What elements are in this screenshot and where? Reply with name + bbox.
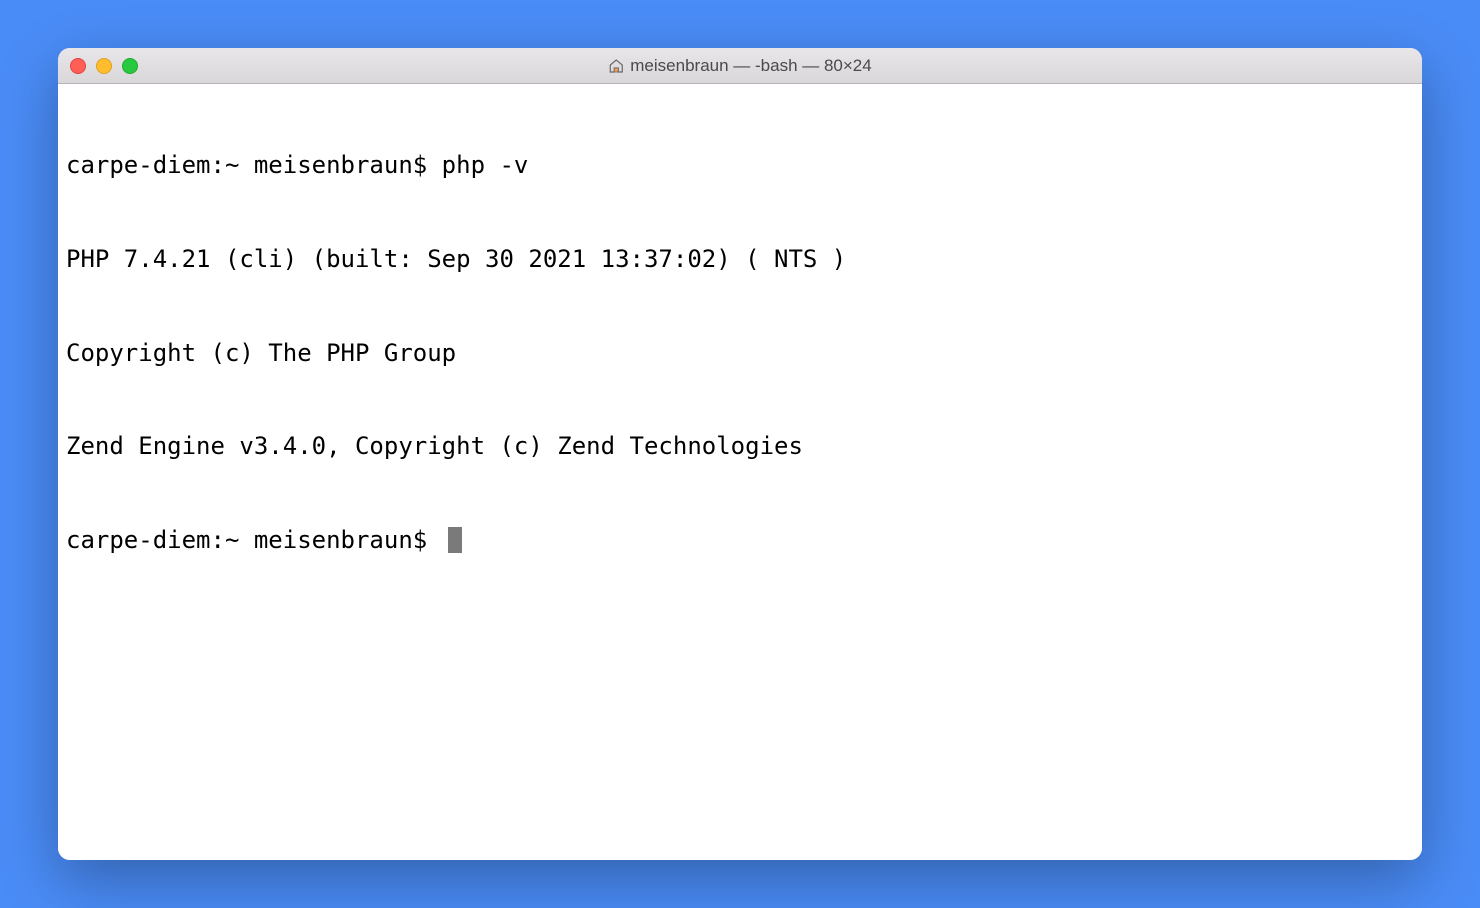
window-title-section: meisenbraun — -bash — 80×24 xyxy=(608,56,871,76)
terminal-cursor xyxy=(448,527,462,553)
window-title: meisenbraun — -bash — 80×24 xyxy=(630,56,871,76)
traffic-lights xyxy=(70,58,138,74)
terminal-line: PHP 7.4.21 (cli) (built: Sep 30 2021 13:… xyxy=(66,244,1414,275)
minimize-button[interactable] xyxy=(96,58,112,74)
terminal-line: carpe-diem:~ meisenbraun$ php -v xyxy=(66,150,1414,181)
terminal-window: meisenbraun — -bash — 80×24 carpe-diem:~… xyxy=(58,48,1422,860)
home-icon xyxy=(608,58,624,74)
maximize-button[interactable] xyxy=(122,58,138,74)
terminal-prompt: carpe-diem:~ meisenbraun$ xyxy=(66,525,442,556)
terminal-line: Copyright (c) The PHP Group xyxy=(66,338,1414,369)
window-titlebar[interactable]: meisenbraun — -bash — 80×24 xyxy=(58,48,1422,84)
terminal-prompt-line: carpe-diem:~ meisenbraun$ xyxy=(66,525,1414,556)
terminal-content[interactable]: carpe-diem:~ meisenbraun$ php -v PHP 7.4… xyxy=(58,84,1422,860)
close-button[interactable] xyxy=(70,58,86,74)
terminal-line: Zend Engine v3.4.0, Copyright (c) Zend T… xyxy=(66,431,1414,462)
